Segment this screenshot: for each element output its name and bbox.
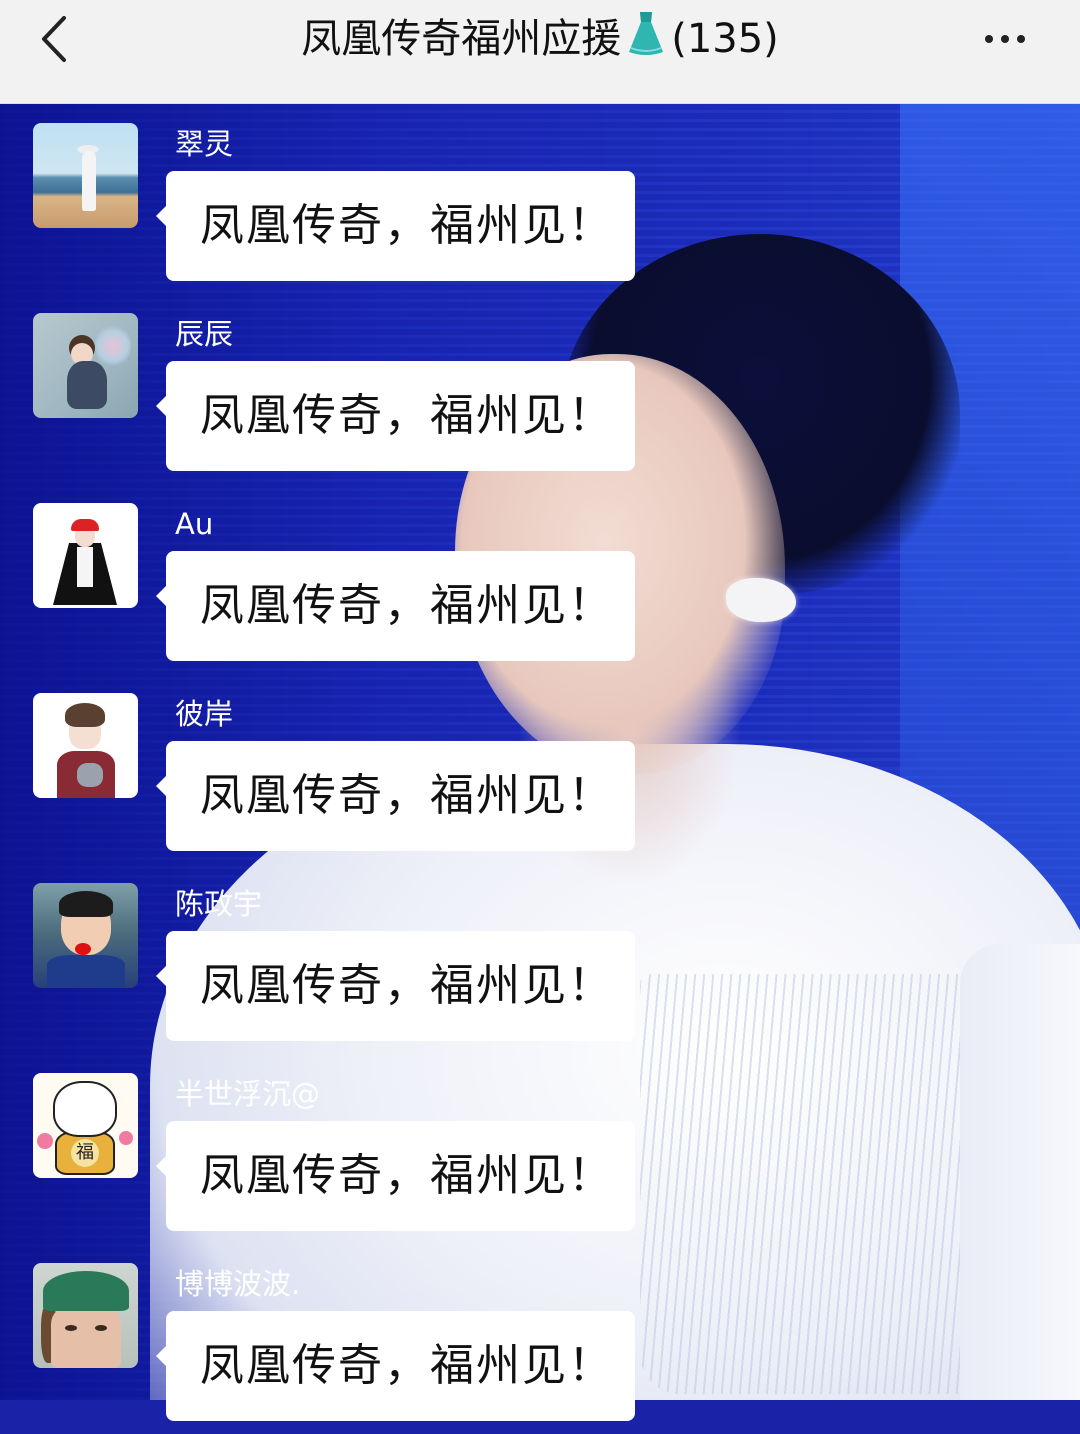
message-bubble[interactable]: 凤凰传奇，福州见！ xyxy=(156,1121,635,1231)
more-horizontal-icon xyxy=(985,35,993,43)
body-shape xyxy=(67,361,107,409)
hair-shape xyxy=(65,703,105,727)
cap-shape xyxy=(71,519,99,531)
eye-shape xyxy=(65,1325,77,1331)
message-text: 凤凰传奇，福州见！ xyxy=(200,960,614,1011)
message-text: 凤凰传奇，福州见！ xyxy=(200,1150,614,1201)
message-text: 凤凰传奇，福州见！ xyxy=(200,200,614,251)
chat-header: 凤凰传奇福州应援 (135) xyxy=(0,0,1080,104)
cat-shape xyxy=(77,763,103,787)
message-bubble[interactable]: 凤凰传奇，福州见！ xyxy=(156,361,635,471)
avatar[interactable] xyxy=(33,1263,138,1368)
strawberry-shape xyxy=(75,943,91,955)
message-bubble[interactable]: 凤凰传奇，福州见！ xyxy=(156,741,635,851)
sender-name[interactable]: 彼岸 xyxy=(175,694,233,734)
message-item: 辰辰 凤凰传奇，福州见！ xyxy=(0,294,1080,484)
sender-name[interactable]: 辰辰 xyxy=(175,314,233,354)
message-item: 翠灵 凤凰传奇，福州见！ xyxy=(0,104,1080,294)
avatar[interactable]: 福 xyxy=(33,1073,138,1178)
message-bubble[interactable]: 凤凰传奇，福州见！ xyxy=(156,551,635,661)
feather-shape xyxy=(95,323,131,369)
avatar[interactable] xyxy=(33,693,138,798)
eye-shape xyxy=(95,1325,107,1331)
message-text: 凤凰传奇，福州见！ xyxy=(200,390,614,441)
message-item: 福 半世浮沉@ 凤凰传奇，福州见！ xyxy=(0,1054,1080,1244)
message-item: 陈政宇 凤凰传奇，福州见！ xyxy=(0,864,1080,1054)
more-button[interactable] xyxy=(970,14,1040,64)
sender-name[interactable]: 陈政宇 xyxy=(175,884,262,924)
message-bubble[interactable]: 凤凰传奇，福州见！ xyxy=(156,171,635,281)
message-text: 凤凰传奇，福州见！ xyxy=(200,1340,614,1391)
message-item: 彼岸 凤凰传奇，福州见！ xyxy=(0,674,1080,864)
member-count: (135) xyxy=(671,16,779,62)
flower-shape xyxy=(37,1133,53,1149)
message-item: Au 凤凰传奇，福州见！ xyxy=(0,484,1080,674)
flower-shape xyxy=(119,1131,133,1145)
face-shape xyxy=(51,1305,121,1368)
shirt-shape xyxy=(47,955,125,988)
dress-emoji-icon xyxy=(623,8,669,75)
avatar[interactable] xyxy=(33,883,138,988)
shirt-shape xyxy=(77,547,93,587)
message-bubble[interactable]: 凤凰传奇，福州见！ xyxy=(156,1311,635,1421)
message-text: 凤凰传奇，福州见！ xyxy=(200,770,614,821)
sender-name[interactable]: 翠灵 xyxy=(175,124,233,164)
sender-name[interactable]: 博博波波. xyxy=(175,1264,300,1304)
sender-name[interactable]: 半世浮沉@ xyxy=(175,1074,320,1114)
group-title: 凤凰传奇福州应援 (135) xyxy=(0,8,1080,75)
message-text: 凤凰传奇，福州见！ xyxy=(200,580,614,631)
message-bubble[interactable]: 凤凰传奇，福州见！ xyxy=(156,931,635,1041)
hair-shape xyxy=(59,891,113,917)
avatar[interactable] xyxy=(33,123,138,228)
group-name: 凤凰传奇福州应援 xyxy=(301,16,622,62)
lucky-cat-head xyxy=(53,1081,117,1137)
cap-shape xyxy=(43,1271,129,1311)
more-dot xyxy=(1017,35,1025,43)
figure-shape xyxy=(82,151,96,211)
avatar[interactable] xyxy=(33,503,138,608)
sender-name[interactable]: Au xyxy=(175,504,213,544)
message-item: 博博波波. 凤凰传奇，福州见！ xyxy=(0,1244,1080,1434)
avatar[interactable] xyxy=(33,313,138,418)
more-dot xyxy=(1001,35,1009,43)
fu-badge: 福 xyxy=(71,1139,99,1167)
